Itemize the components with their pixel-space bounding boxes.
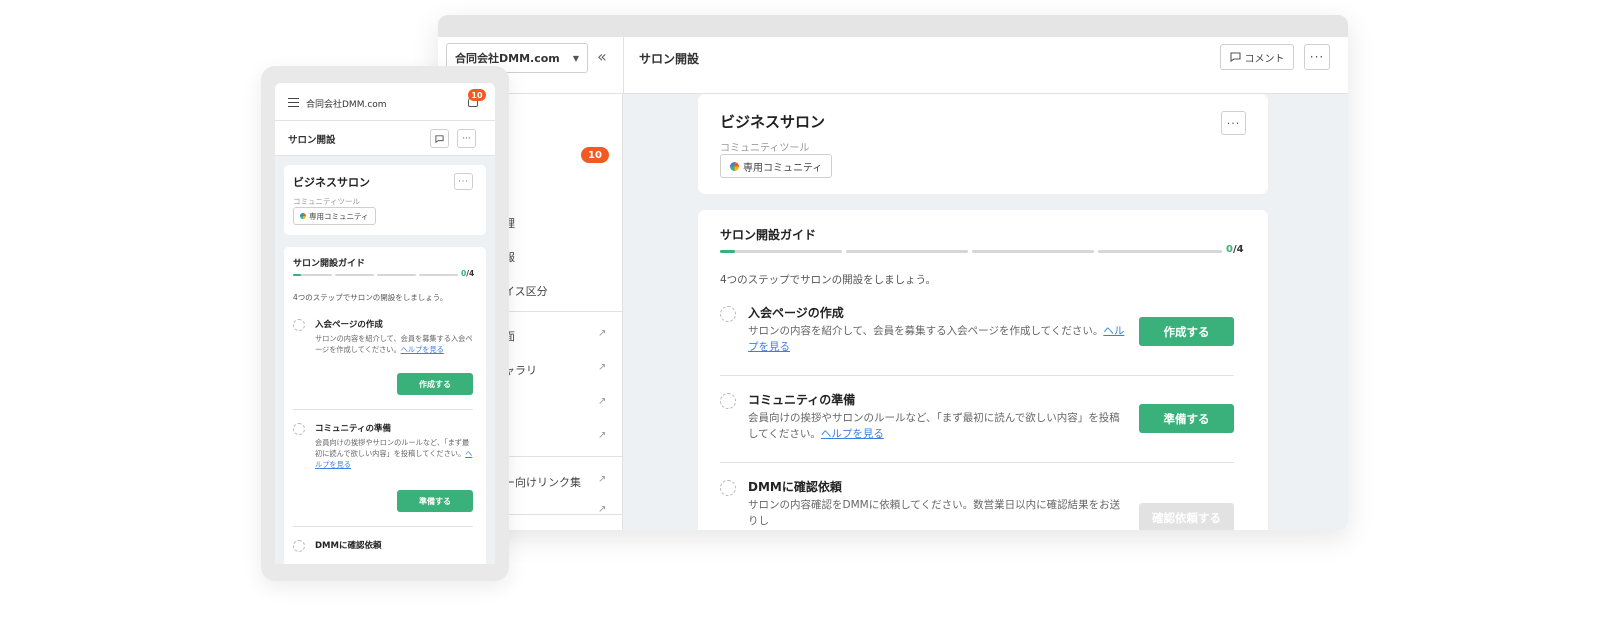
top-bar: 合同会社DMM.com ▼ « サロン開設 コメント ··· xyxy=(438,37,1348,94)
divider xyxy=(293,409,473,410)
mobile-screen: 合同会社DMM.com 10 サロン開設 ··· ビジネスサロン コミュニティツ… xyxy=(275,83,495,564)
guide-intro: 4つのステップでサロンの開設をしましょう。 xyxy=(720,274,937,286)
progress-segment xyxy=(846,250,968,253)
window-chrome xyxy=(438,15,1348,37)
guide-card: サロン開設ガイド 0/4 4つのステップでサロンの開設をしましょう。 入会ページ… xyxy=(284,247,486,564)
salon-more-button[interactable]: ··· xyxy=(454,173,473,190)
notification-badge: 10 xyxy=(581,147,609,163)
salon-sub-label: コミュニティツール xyxy=(293,197,361,206)
prepare-button[interactable]: 準備する xyxy=(1139,404,1234,433)
step-description: 会員向けの挨拶やサロンのルールなど、「まず最初に読んで欲しい内容」を投稿してくだ… xyxy=(315,438,473,470)
progress-fill xyxy=(293,274,301,276)
salon-title: ビジネスサロン xyxy=(293,176,370,189)
salon-more-button[interactable]: ··· xyxy=(1221,111,1246,135)
help-link[interactable]: ヘルプを見る xyxy=(821,428,884,440)
notification-badge: 10 xyxy=(468,89,486,101)
community-logo-icon xyxy=(300,213,306,219)
community-tag[interactable]: 専用コミュニティ xyxy=(720,154,833,178)
prepare-button[interactable]: 準備する xyxy=(397,490,473,512)
org-name: 合同会社DMM.com xyxy=(455,52,560,65)
mobile-frame: 合同会社DMM.com 10 サロン開設 ··· ビジネスサロン コミュニティツ… xyxy=(261,66,509,581)
step-status-icon xyxy=(293,540,305,552)
salon-sub-label: コミュニティツール xyxy=(720,143,810,154)
request-review-button[interactable]: 確認依頼する xyxy=(1139,503,1234,530)
step-title: DMMに確認依頼 xyxy=(748,480,842,494)
page-title: サロン開設 xyxy=(639,52,700,66)
step-description: 会員向けの挨拶やサロンのルールなど、「まず最初に読んで欲しい内容」を投稿してくだ… xyxy=(748,412,1120,441)
help-link[interactable]: ヘルプを見る xyxy=(401,345,444,354)
more-options-button[interactable]: ··· xyxy=(457,129,476,148)
step-title: 入会ページの作成 xyxy=(748,306,844,320)
external-link-icon: ↗ xyxy=(598,362,607,373)
step-title: コミュニティの準備 xyxy=(315,424,391,434)
create-button[interactable]: 作成する xyxy=(1139,317,1234,346)
comment-icon xyxy=(1229,52,1241,62)
external-link-icon: ↗ xyxy=(598,396,607,407)
step-title: 入会ページの作成 xyxy=(315,320,383,330)
step-status-icon xyxy=(293,423,305,435)
progress-segment xyxy=(377,274,416,276)
salon-card: ビジネスサロン コミュニティツール 専用コミュニティ ··· xyxy=(284,165,486,235)
progress-segment xyxy=(720,250,842,253)
guide-title: サロン開設ガイド xyxy=(720,228,817,242)
progress-fill xyxy=(720,250,735,253)
comment-label: コメント xyxy=(1244,53,1285,65)
progress-segment xyxy=(419,274,458,276)
step-status-icon xyxy=(720,480,736,496)
divider xyxy=(720,462,1234,463)
more-options-button[interactable]: ··· xyxy=(1304,44,1330,70)
mobile-subheader: サロン開設 ··· xyxy=(275,121,495,156)
external-link-icon: ↗ xyxy=(598,430,607,441)
external-link-icon: ↗ xyxy=(598,328,607,339)
org-name: 合同会社DMM.com xyxy=(306,100,387,110)
collapse-sidebar-icon[interactable]: « xyxy=(597,47,607,66)
step-title: DMMに確認依頼 xyxy=(315,541,382,551)
guide-title: サロン開設ガイド xyxy=(293,259,366,269)
page-title: サロン開設 xyxy=(288,135,336,146)
step-title: コミュニティの準備 xyxy=(748,393,856,407)
community-tag-label: 専用コミュニティ xyxy=(743,162,823,174)
salon-title: ビジネスサロン xyxy=(720,113,826,131)
step-description: サロンの内容を紹介して、会員を募集する入会ページを作成してください。ヘルプを見る xyxy=(315,334,473,355)
guide-intro: 4つのステップでサロンの開設をしましょう。 xyxy=(293,293,448,302)
step-status-icon xyxy=(720,306,736,322)
step-description: サロンの内容を紹介して、会員を募集する入会ページを作成してください。ヘルプを見る xyxy=(748,325,1125,354)
divider xyxy=(720,375,1234,376)
comment-button[interactable]: コメント xyxy=(1220,44,1294,70)
progress-segment xyxy=(1098,250,1222,253)
divider xyxy=(293,526,473,527)
progress-segment xyxy=(335,274,374,276)
community-tag-label: 専用コミュニティ xyxy=(309,211,369,221)
desktop-window: 合同会社DMM.com ▼ « サロン開設 コメント ··· ム 10 ィ 管理… xyxy=(438,15,1348,530)
guide-card: サロン開設ガイド 0/4 4つのステップでサロンの開設をしましょう。 入会ページ… xyxy=(698,210,1268,530)
progress-count: 0/4 xyxy=(1226,244,1244,255)
community-logo-icon xyxy=(730,161,739,171)
caret-down-icon: ▼ xyxy=(572,53,579,63)
progress-count: 0/4 xyxy=(461,269,475,278)
progress-segment xyxy=(972,250,1094,253)
menu-icon[interactable] xyxy=(288,98,299,107)
comment-icon xyxy=(435,134,444,143)
mobile-header: 合同会社DMM.com 10 xyxy=(275,83,495,121)
step-status-icon xyxy=(293,319,305,331)
progress-segment xyxy=(293,274,332,276)
community-tag[interactable]: 専用コミュニティ xyxy=(293,207,376,225)
divider xyxy=(623,37,624,94)
salon-card: ビジネスサロン コミュニティツール 専用コミュニティ ··· xyxy=(698,94,1268,194)
create-button[interactable]: 作成する xyxy=(397,373,473,395)
comment-button[interactable] xyxy=(430,129,449,148)
step-description: サロンの内容確認をDMMに依頼してください。数営業日以内に確認結果をお送りし xyxy=(748,499,1121,528)
external-link-icon: ↗ xyxy=(598,474,607,485)
step-status-icon xyxy=(720,393,736,409)
